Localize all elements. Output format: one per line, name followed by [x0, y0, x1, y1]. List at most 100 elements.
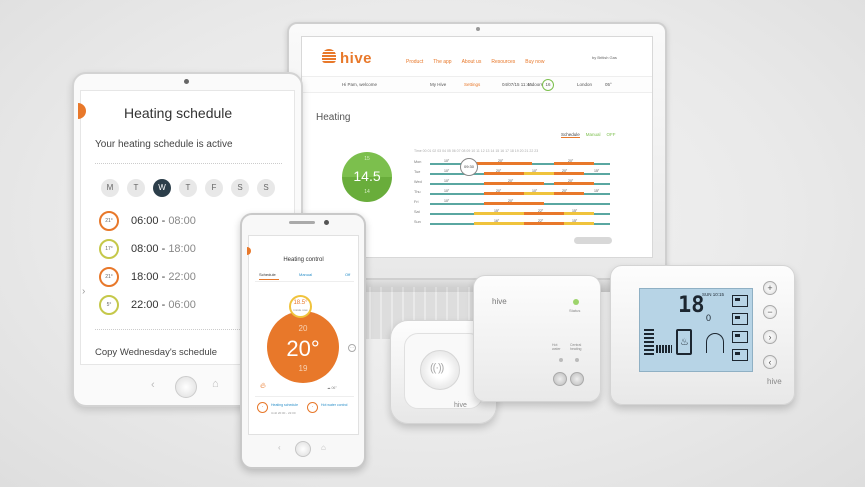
segment: 20° — [484, 199, 544, 205]
central-heating-led — [575, 358, 579, 362]
slot-temp-dot: 5° — [99, 295, 119, 315]
display-day-time: SUN 10:15 — [702, 292, 725, 297]
home-icon[interactable]: ⌂ — [321, 443, 326, 452]
hot-water-control[interactable]: ° Hot water control — [307, 402, 353, 422]
segment-value: 10° — [444, 199, 450, 203]
hot-water-button[interactable] — [553, 372, 567, 386]
phone-home-button[interactable] — [295, 441, 311, 457]
home-icon[interactable]: ⌂ — [212, 378, 219, 390]
flame-icon: ♨ — [680, 337, 689, 348]
segment: 20° — [554, 189, 584, 195]
day-selector: M T W T F S S — [101, 179, 275, 197]
day-button-fri[interactable]: F — [205, 179, 223, 197]
nav-link-buy[interactable]: Buy now — [525, 59, 544, 65]
display-mode-icon — [732, 349, 748, 361]
current-temp-badge: 18.5° inside now — [289, 295, 312, 318]
back-icon[interactable]: ‹ — [278, 443, 281, 452]
nav-link-about[interactable]: About us — [462, 59, 482, 65]
day-button-sun[interactable]: S — [257, 179, 275, 197]
heating-heading: Heating — [316, 112, 351, 123]
control-label: Heating schedule — [271, 403, 299, 407]
schedule-row-tue[interactable]: Tue 20° 10° 20° 10° 15° — [414, 169, 614, 177]
schedule-row-mon[interactable]: Mon 20° 20° 10° — [414, 159, 614, 167]
schedule-row-sat[interactable]: Sat 15° 22° 15° — [414, 209, 614, 217]
day-button-wed[interactable]: W — [153, 179, 171, 197]
schedule-row-thu[interactable]: Thu 20° 10° 20° 10° 15° — [414, 189, 614, 197]
nav-link-product[interactable]: Product — [406, 59, 423, 65]
dial-main-temp: 14.5 — [353, 168, 381, 184]
slot-time: 06:00 - 08:00 — [131, 215, 196, 227]
heating-control-icon: ° — [257, 402, 268, 413]
tablet-home-button[interactable] — [175, 376, 197, 398]
signal-bars-icon — [644, 329, 654, 355]
phone-speaker — [289, 221, 315, 224]
tab-schedule[interactable]: Schedule — [259, 272, 276, 277]
radiator-icon — [706, 333, 724, 353]
save-schedule-button[interactable] — [574, 237, 612, 244]
thermostat-display: SUN 10:15 18 0 ♨ — [639, 288, 753, 372]
hive-logo-icon — [322, 49, 336, 63]
heating-dial[interactable]: 15 14.5 14 — [342, 152, 392, 202]
segment: 20° — [484, 169, 524, 175]
back-icon[interactable]: ‹ — [151, 379, 155, 391]
central-heating-button[interactable] — [570, 372, 584, 386]
indoors-label: Indoors — [528, 82, 544, 87]
dial-upper-temp: 15 — [364, 156, 370, 162]
tab-manual[interactable]: Manual — [586, 132, 601, 138]
segment: 10° — [524, 169, 554, 175]
nav-link-resources[interactable]: Resources — [491, 59, 515, 65]
more-options-icon[interactable]: ⋯ — [348, 344, 356, 352]
chevron-left-button[interactable]: ‹ — [763, 355, 777, 369]
target-temp-dial[interactable]: 20 20° 19 — [267, 311, 339, 383]
heating-mode-tabs: Schedule Manual OFF — [561, 132, 616, 138]
nav-link-app[interactable]: The app — [433, 59, 451, 65]
thermostat-logo: hive — [767, 377, 782, 386]
temp-up-value[interactable]: 20 — [267, 324, 339, 333]
segment: 20° — [554, 169, 584, 175]
segment-value: 10° — [444, 159, 450, 163]
minus-button[interactable]: − — [763, 305, 777, 319]
day-button-tue[interactable]: T — [127, 179, 145, 197]
slot-temp-dot: 17° — [99, 239, 119, 259]
slot-temp-dot: 21° — [99, 211, 119, 231]
schedule-row-wed[interactable]: Wed 20° 20° 10° — [414, 179, 614, 187]
segment: 15° — [564, 219, 594, 225]
row-label: Fri — [414, 200, 419, 204]
boost-indicator-icon — [656, 345, 672, 353]
tab-off[interactable]: Off — [345, 272, 350, 277]
row-label: Sat — [414, 210, 420, 214]
day-button-sat[interactable]: S — [231, 179, 249, 197]
row-label: Sun — [414, 220, 421, 224]
segment: 10° — [524, 189, 554, 195]
phone-screen: Heating control Schedule Manual Off 20 2… — [248, 235, 359, 435]
day-button-thu[interactable]: T — [179, 179, 197, 197]
hot-water-led — [559, 358, 563, 362]
hub-logo: hive — [492, 297, 507, 306]
my-hive-link[interactable]: My Hive — [430, 82, 446, 87]
schedule-row-sun[interactable]: Sun 16° 22° 15° — [414, 219, 614, 227]
welcome-text: Hi Pam, welcome — [342, 82, 378, 87]
plus-button[interactable]: + — [763, 281, 777, 295]
schedule-time-bubble[interactable]: 09:30 — [460, 158, 478, 176]
row-label: Wed — [414, 180, 422, 184]
hot-water-label: Hot water — [552, 343, 561, 351]
tab-schedule[interactable]: Schedule — [561, 132, 580, 138]
temp-down-value[interactable]: 19 — [267, 364, 339, 373]
chevron-right-icon[interactable]: › — [82, 286, 90, 298]
outdoor-temp: 05° — [605, 82, 612, 87]
website-logo[interactable]: hive — [340, 50, 372, 67]
indoors-dial: 16 — [542, 79, 554, 91]
day-button-mon[interactable]: M — [101, 179, 119, 197]
tablet-title: Heating schedule — [124, 105, 233, 121]
copy-schedule-button[interactable]: Copy Wednesday's schedule — [95, 347, 217, 358]
settings-link[interactable]: Settings — [464, 82, 480, 87]
slot-temp-dot: 21° — [99, 267, 119, 287]
heating-schedule-control[interactable]: ° Heating schedule Until 20:00 - 22:00 — [257, 402, 303, 422]
schedule-row-fri[interactable]: Fri 20° 10° — [414, 199, 614, 207]
tab-manual[interactable]: Manual — [299, 272, 312, 277]
schedule-grid: Time 00 01 02 03 04 05 06 07 08 09 10 11… — [414, 149, 614, 234]
chevron-right-button[interactable]: › — [763, 330, 777, 344]
row-label: Thu — [414, 190, 421, 194]
tab-off[interactable]: OFF — [607, 132, 616, 138]
flame-icon: 🔥︎ — [260, 381, 266, 390]
